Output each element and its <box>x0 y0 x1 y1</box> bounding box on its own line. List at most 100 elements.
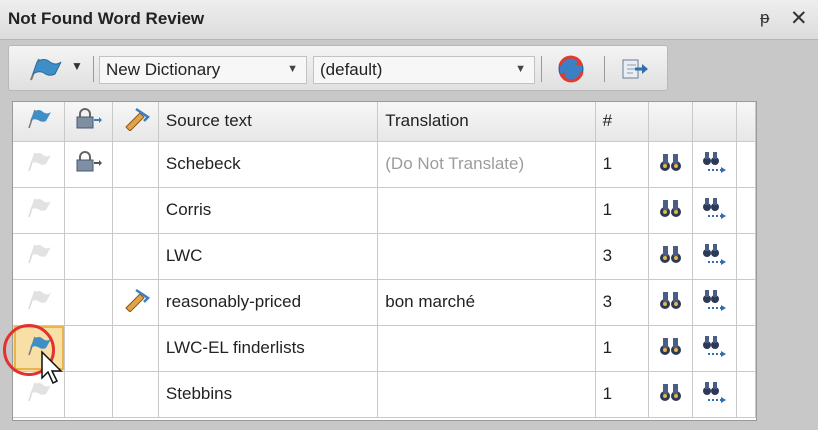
word-table: Source text Translation # Schebeck (Do N… <box>13 102 756 418</box>
find-icon <box>659 383 681 401</box>
row-flag-cell[interactable] <box>13 233 66 280</box>
row-find-next-button[interactable] <box>692 325 737 372</box>
column-header-count[interactable]: # <box>595 102 650 142</box>
column-header-source[interactable]: Source text <box>158 102 379 142</box>
row-find-button[interactable] <box>648 187 694 234</box>
close-icon[interactable]: ✕ <box>790 6 808 31</box>
row-find-next-button[interactable] <box>692 141 737 188</box>
flag-icon <box>27 152 51 171</box>
row-flag-cell[interactable] <box>13 187 66 234</box>
profile-select-value: (default) <box>320 60 383 79</box>
row-source-text[interactable]: Schebeck <box>158 141 379 188</box>
grid-body: Schebeck (Do Not Translate) 1 Corris 1 L… <box>13 141 756 418</box>
toolbar-strip: ▼ New Dictionary ▼ (default) ▼ <box>8 45 668 91</box>
row-lock-cell[interactable] <box>64 141 114 188</box>
row-lock-cell[interactable] <box>64 371 114 418</box>
row-translation[interactable] <box>377 233 596 280</box>
edit-column-header[interactable] <box>112 102 159 142</box>
row-filler <box>736 325 756 372</box>
row-lock-cell[interactable] <box>64 325 114 372</box>
flag-column-header[interactable] <box>13 102 66 142</box>
row-source-text[interactable]: LWC <box>158 233 379 280</box>
row-find-next-button[interactable] <box>692 233 737 280</box>
word-review-grid: Source text Translation # Schebeck (Do N… <box>12 101 757 421</box>
mouse-pointer-icon <box>41 350 63 385</box>
row-source-text[interactable]: reasonably-priced <box>158 279 379 326</box>
row-translation[interactable]: bon marché <box>377 279 596 326</box>
row-find-button[interactable] <box>648 279 694 326</box>
toolbar-separator <box>541 56 542 82</box>
filler-column-header <box>736 102 756 142</box>
dictionary-select-value: New Dictionary <box>106 60 221 79</box>
table-row[interactable]: Stebbins 1 <box>13 371 756 418</box>
row-flag-cell[interactable] <box>13 279 66 326</box>
row-count: 1 <box>595 141 650 188</box>
lock-column-header[interactable] <box>64 102 114 142</box>
pin-icon[interactable]: ᵽ <box>760 8 769 28</box>
chevron-down-icon[interactable]: ▼ <box>287 63 298 75</box>
row-flag-cell[interactable] <box>13 141 66 188</box>
flag-icon <box>27 109 51 128</box>
row-translation[interactable] <box>377 187 596 234</box>
toolbar-separator <box>604 56 605 82</box>
find-next-icon <box>702 335 726 357</box>
row-source-text[interactable]: LWC-EL finderlists <box>158 325 379 372</box>
flag-icon <box>27 290 51 309</box>
row-translation[interactable] <box>377 325 596 372</box>
row-find-button[interactable] <box>648 371 694 418</box>
find-column-header <box>648 102 694 142</box>
grid-header-row: Source text Translation # <box>13 102 756 142</box>
row-lock-cell[interactable] <box>64 187 114 234</box>
table-row[interactable]: LWC 3 <box>13 233 756 280</box>
row-lock-cell[interactable] <box>64 233 114 280</box>
row-count: 1 <box>595 187 650 234</box>
row-find-button[interactable] <box>648 325 694 372</box>
flag-icon <box>27 198 51 217</box>
row-source-text[interactable]: Corris <box>158 187 379 234</box>
row-edit-cell <box>112 371 159 418</box>
find-icon <box>659 291 681 309</box>
find-next-icon <box>702 243 726 265</box>
merge-icon[interactable] <box>621 57 649 81</box>
toolbar-separator <box>93 56 94 82</box>
find-icon <box>659 153 681 171</box>
flag-icon[interactable] <box>27 56 63 82</box>
row-find-next-button[interactable] <box>692 187 737 234</box>
toolbar: ▼ New Dictionary ▼ (default) ▼ <box>0 41 818 97</box>
table-row[interactable]: reasonably-priced bon marché 3 <box>13 279 756 326</box>
find-next-icon <box>702 289 726 311</box>
row-translation[interactable] <box>377 371 596 418</box>
find-icon <box>659 245 681 263</box>
row-filler <box>736 187 756 234</box>
row-source-text[interactable]: Stebbins <box>158 371 379 418</box>
table-row[interactable]: Schebeck (Do Not Translate) 1 <box>13 141 756 188</box>
row-lock-cell[interactable] <box>64 279 114 326</box>
pencil-icon <box>124 107 150 132</box>
find-next-icon <box>702 151 726 173</box>
row-edit-cell <box>112 141 159 188</box>
row-count: 3 <box>595 279 650 326</box>
row-edit-cell <box>112 187 159 234</box>
sync-icon[interactable] <box>554 54 588 84</box>
row-edit-cell <box>112 325 159 372</box>
table-row[interactable]: LWC-EL finderlists 1 <box>13 325 756 372</box>
chevron-down-icon[interactable]: ▼ <box>515 63 526 75</box>
row-find-next-button[interactable] <box>692 371 737 418</box>
row-translation[interactable]: (Do Not Translate) <box>377 141 596 188</box>
row-filler <box>736 279 756 326</box>
find-next-icon <box>702 381 726 403</box>
row-count: 3 <box>595 233 650 280</box>
find-next-column-header <box>692 102 737 142</box>
find-icon <box>659 199 681 217</box>
not-found-word-review-panel: Not Found Word Review ᵽ ✕ ▼ New Dictiona… <box>0 0 818 430</box>
dictionary-select[interactable]: New Dictionary ▼ <box>99 56 307 84</box>
column-header-translation[interactable]: Translation <box>377 102 596 142</box>
lock-icon <box>76 150 102 171</box>
flag-dropdown-chevron-icon[interactable]: ▼ <box>71 59 83 73</box>
profile-select[interactable]: (default) ▼ <box>313 56 535 84</box>
row-find-next-button[interactable] <box>692 279 737 326</box>
panel-titlebar: Not Found Word Review ᵽ ✕ <box>0 0 818 40</box>
row-find-button[interactable] <box>648 141 694 188</box>
row-find-button[interactable] <box>648 233 694 280</box>
table-row[interactable]: Corris 1 <box>13 187 756 234</box>
